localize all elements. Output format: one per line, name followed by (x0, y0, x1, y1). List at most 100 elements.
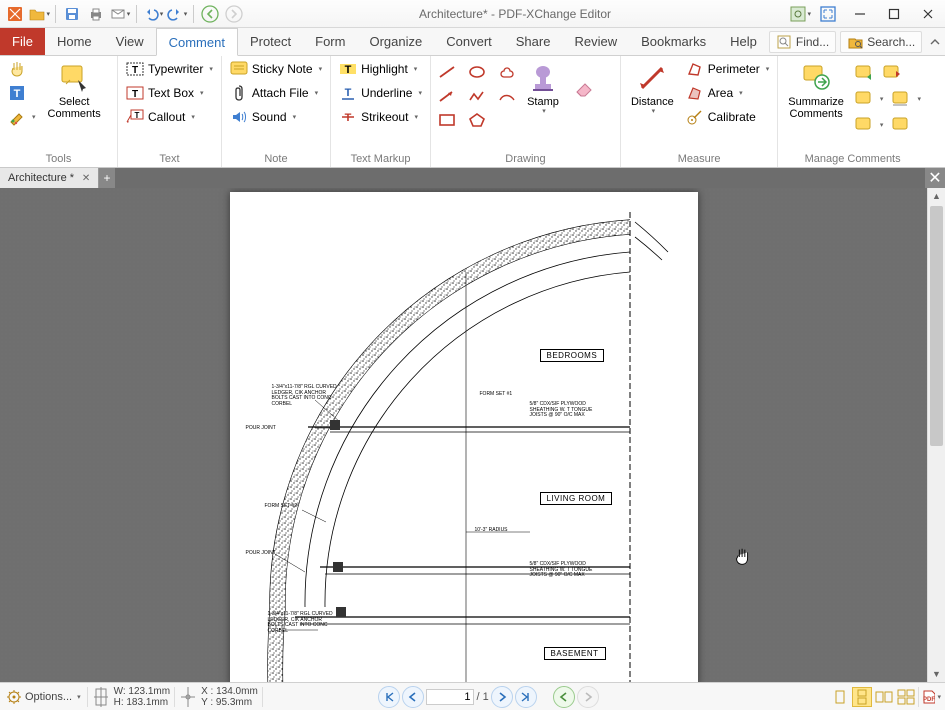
layout-facing[interactable] (874, 687, 894, 707)
ui-options-button[interactable]: ▾ (789, 3, 811, 25)
arrow-tool[interactable] (435, 86, 459, 106)
scroll-thumb[interactable] (930, 206, 943, 446)
close-button[interactable] (911, 0, 945, 28)
scroll-up-icon[interactable]: ▲ (928, 188, 945, 204)
tab-organize[interactable]: Organize (357, 28, 434, 55)
comment-styles-button[interactable] (889, 114, 913, 136)
oval-tool[interactable] (465, 62, 489, 82)
svg-text:T: T (345, 64, 352, 76)
document-tabs: Architecture * ✕ + ✕ (0, 168, 945, 188)
area-button[interactable]: Area▾ (682, 82, 774, 104)
minimize-button[interactable] (843, 0, 877, 28)
pdf-export-icon[interactable]: PDF▾ (921, 687, 941, 707)
tab-review[interactable]: Review (562, 28, 629, 55)
import-comments[interactable] (852, 62, 876, 84)
layout-single[interactable] (830, 687, 850, 707)
group-text: TTypewriter▾ TText Box▾ TCallout▾ Text (118, 56, 222, 167)
vertical-scrollbar[interactable]: ▲ ▼ (927, 188, 945, 682)
next-page-button[interactable] (491, 686, 513, 708)
note-ledger-1: 1-3/4"x11-7/8" RGL CURVED LEDGER, CIK AN… (272, 385, 337, 407)
file-tab[interactable]: File (0, 28, 45, 55)
nav-forward-button[interactable] (223, 3, 245, 25)
document-viewer[interactable]: BEDROOMS LIVING ROOM BASEMENT FORM SET #… (0, 188, 927, 682)
label-bedrooms: BEDROOMS (540, 349, 605, 362)
summarize-button[interactable]: Summarize Comments (782, 58, 850, 124)
tab-protect[interactable]: Protect (238, 28, 303, 55)
svg-text:PDF: PDF (923, 697, 935, 703)
email-button[interactable]: ▾ (109, 3, 131, 25)
search-button[interactable]: Search... (840, 31, 922, 53)
page-navigation: / 1 (378, 686, 598, 708)
tab-comment[interactable]: Comment (156, 28, 238, 56)
label-pourjoint1: POUR JOINT (246, 551, 276, 557)
perimeter-button[interactable]: Perimeter▾ (682, 58, 774, 80)
note-plywood-2: 5/8" CDX/SIF PLYWOOD SHEATHING W. T TONG… (530, 562, 593, 579)
app-icon[interactable] (4, 3, 26, 25)
show-comments-button[interactable]: ▾ (852, 88, 886, 110)
label-basement: BASEMENT (544, 647, 606, 660)
options-button[interactable]: Options...▾ (0, 683, 87, 710)
layout-continuous[interactable] (852, 687, 872, 707)
print-button[interactable] (85, 3, 107, 25)
page-number-input[interactable] (426, 689, 474, 705)
prev-page-button[interactable] (402, 686, 424, 708)
tab-share[interactable]: Share (504, 28, 563, 55)
format-tool[interactable]: ▾ (4, 106, 40, 128)
eraser-button[interactable] (567, 58, 603, 104)
underline-button[interactable]: TUnderline▾ (335, 82, 426, 104)
pencil-tool[interactable] (495, 86, 519, 106)
tab-help[interactable]: Help (718, 28, 769, 55)
line-tool[interactable] (435, 62, 459, 82)
window-title: Architecture* - PDF-XChange Editor (245, 7, 785, 21)
redo-button[interactable]: ▾ (166, 3, 188, 25)
open-button[interactable]: ▾ (28, 3, 50, 25)
collapse-ribbon-button[interactable] (926, 33, 944, 51)
select-text-tool[interactable]: T (4, 82, 40, 104)
distance-button[interactable]: Distance▾ (625, 58, 680, 120)
textbox-button[interactable]: TText Box▾ (122, 82, 217, 104)
nav-back-circle[interactable] (553, 686, 575, 708)
hand-tool[interactable] (4, 58, 40, 80)
group-tools-label: Tools (4, 151, 113, 167)
tab-bookmarks[interactable]: Bookmarks (629, 28, 718, 55)
comments-list-button[interactable]: ▾ (852, 114, 886, 136)
new-tab-button[interactable]: + (99, 168, 115, 188)
undo-button[interactable]: ▾ (142, 3, 164, 25)
layout-facing-continuous[interactable] (896, 687, 916, 707)
cloud-tool[interactable] (495, 62, 519, 82)
select-comments-button[interactable]: Select Comments (42, 58, 107, 124)
last-page-button[interactable] (515, 686, 537, 708)
save-button[interactable] (61, 3, 83, 25)
callout-button[interactable]: TCallout▾ (122, 106, 217, 128)
view-layout-controls: PDF▾ (830, 687, 945, 707)
find-button[interactable]: Find... (769, 31, 836, 53)
tab-form[interactable]: Form (303, 28, 357, 55)
export-comments[interactable] (880, 62, 904, 84)
dimensions-icon[interactable] (88, 683, 110, 710)
stamp-button[interactable]: Stamp▾ (521, 58, 565, 120)
highlight-button[interactable]: THighlight▾ (335, 58, 426, 80)
nav-back-button[interactable] (199, 3, 221, 25)
scroll-down-icon[interactable]: ▼ (928, 666, 945, 682)
strikeout-button[interactable]: TStrikeout▾ (335, 106, 426, 128)
close-tab-icon[interactable]: ✕ (80, 172, 92, 184)
sound-button[interactable]: Sound▾ (226, 106, 326, 128)
fullscreen-button[interactable] (817, 3, 839, 25)
flatten-comments-button[interactable]: ▾ (889, 88, 923, 110)
tab-convert[interactable]: Convert (434, 28, 504, 55)
calibrate-button[interactable]: Calibrate (682, 106, 774, 128)
attach-file-button[interactable]: Attach File▾ (226, 82, 326, 104)
polyline-tool[interactable] (465, 86, 489, 106)
first-page-button[interactable] (378, 686, 400, 708)
polygon-tool[interactable] (465, 110, 489, 130)
cursor-pos-icon[interactable] (175, 683, 197, 710)
sticky-note-button[interactable]: Sticky Note▾ (226, 58, 326, 80)
typewriter-button[interactable]: TTypewriter▾ (122, 58, 217, 80)
tab-home[interactable]: Home (45, 28, 104, 55)
rect-tool[interactable] (435, 110, 459, 130)
nav-fwd-circle[interactable] (577, 686, 599, 708)
close-all-tabs[interactable]: ✕ (925, 168, 945, 188)
document-tab[interactable]: Architecture * ✕ (0, 168, 99, 188)
tab-view[interactable]: View (104, 28, 156, 55)
maximize-button[interactable] (877, 0, 911, 28)
